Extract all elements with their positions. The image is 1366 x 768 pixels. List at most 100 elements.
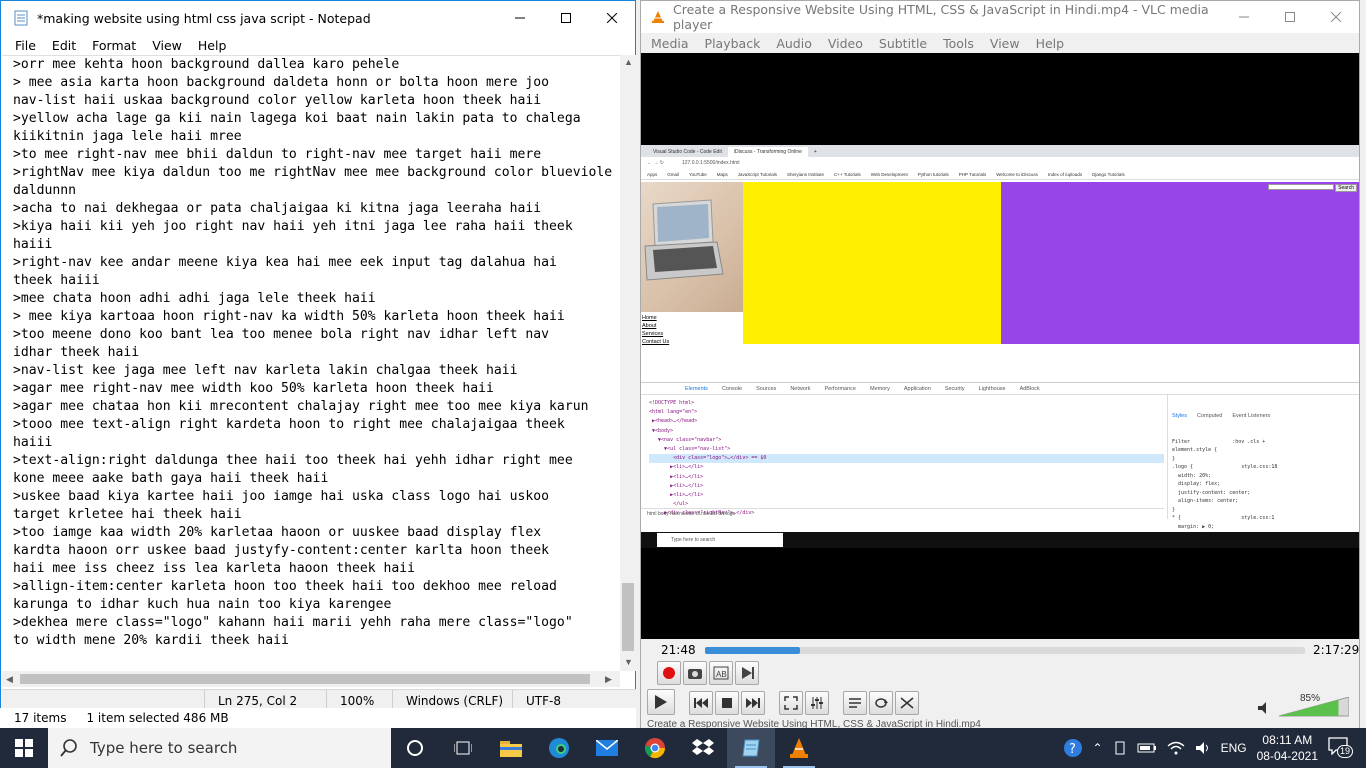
video-devtools-panel: Elements Console Sources Network Performance… <box>641 382 1359 535</box>
menu-file[interactable]: File <box>7 38 44 53</box>
speaker-icon[interactable] <box>1195 741 1211 755</box>
devtools-style-line: width: 20%; <box>1172 472 1212 479</box>
close-button[interactable] <box>589 1 635 35</box>
vlc-menu-video[interactable]: Video <box>820 36 871 51</box>
video-right-nav-violet: Search <box>1001 182 1359 344</box>
text-line: >agar mee chataa hon kii mrecontent chal… <box>13 399 589 414</box>
notepad-taskbar-button[interactable] <box>727 728 775 768</box>
taskbar-search-box[interactable]: Type here to search <box>48 728 391 768</box>
minimize-button[interactable] <box>497 1 543 35</box>
ab-loop-button[interactable]: AB <box>709 661 733 685</box>
scroll-right-icon[interactable]: ▶ <box>605 674 612 685</box>
seek-bar[interactable] <box>705 647 1305 654</box>
extended-settings-button[interactable] <box>805 691 829 715</box>
vlc-menu-view[interactable]: View <box>982 36 1028 51</box>
fullscreen-button[interactable] <box>779 691 803 715</box>
vlc-titlebar[interactable]: Create a Responsive Website Using HTML, … <box>641 1 1359 33</box>
vlc-window[interactable]: Create a Responsive Website Using HTML, … <box>640 0 1360 729</box>
devtools-style-line: element.style { <box>1172 447 1218 453</box>
horizontal-scrollbar[interactable]: ◀ ▶ <box>2 671 620 687</box>
playlist-button[interactable] <box>843 691 867 715</box>
notification-count: 19 <box>1337 745 1354 758</box>
start-button[interactable] <box>0 728 48 768</box>
chrome-button[interactable] <box>631 728 679 768</box>
maximize-icon <box>1285 12 1295 22</box>
video-taskbar-search: Type here to search <box>657 533 783 547</box>
edge-icon <box>549 738 569 758</box>
video-bookmark: Index of /uploads <box>1047 171 1083 177</box>
play-button[interactable] <box>647 689 675 715</box>
video-bookmarks-bar: Apps Gmail YouTube Maps JavaScript Tutorials… <box>641 169 1359 180</box>
devtools-tab: Memory <box>869 385 890 392</box>
vlc-menu-tools[interactable]: Tools <box>935 36 982 51</box>
notepad-window[interactable]: *making website using html css java scri… <box>0 0 636 713</box>
next-button[interactable] <box>741 691 765 715</box>
scroll-up-icon[interactable]: ▲ <box>624 57 633 67</box>
text-line: to width mene 20% kardii theek haii <box>13 633 289 648</box>
notepad-text-area[interactable]: >orr mee kehta hoon background dallea ka… <box>2 55 620 671</box>
horizontal-scroll-thumb[interactable] <box>20 674 590 684</box>
ab-loop-icon: AB <box>713 666 729 680</box>
dropbox-button[interactable] <box>679 728 727 768</box>
menu-edit[interactable]: Edit <box>44 38 84 53</box>
shuffle-icon <box>900 697 914 709</box>
mail-button[interactable] <box>583 728 631 768</box>
show-hidden-icons-chevron-icon[interactable]: ⌃ <box>1093 741 1103 755</box>
scroll-down-icon[interactable]: ▼ <box>624 657 633 667</box>
clock[interactable]: 08:11 AM 08-04-2021 <box>1257 732 1318 764</box>
video-bookmark: Sheryians Institute <box>787 171 825 177</box>
vertical-scrollbar[interactable]: ▲ ▼ <box>620 55 636 671</box>
file-explorer-button[interactable] <box>487 728 535 768</box>
battery-icon[interactable] <box>1137 742 1157 754</box>
language-indicator[interactable]: ENG <box>1221 741 1247 755</box>
devtools-style-line: } <box>1172 506 1176 513</box>
vlc-menu-audio[interactable]: Audio <box>768 36 820 51</box>
text-line: >tooo mee text-align right kardeta hoon … <box>13 417 565 432</box>
volume-icon[interactable] <box>1257 701 1273 715</box>
edge-button[interactable] <box>535 728 583 768</box>
volume-slider[interactable] <box>1279 697 1349 717</box>
vertical-scroll-thumb[interactable] <box>622 583 634 651</box>
stop-button[interactable] <box>715 691 739 715</box>
record-button[interactable] <box>657 661 681 685</box>
vlc-menu-subtitle[interactable]: Subtitle <box>871 36 935 51</box>
menu-format[interactable]: Format <box>84 38 144 53</box>
task-view-button[interactable] <box>439 728 487 768</box>
svg-text:?: ? <box>1069 742 1076 757</box>
frame-step-button[interactable] <box>735 661 759 685</box>
loop-button[interactable] <box>869 691 893 715</box>
previous-button[interactable] <box>689 691 713 715</box>
maximize-button[interactable] <box>543 1 589 35</box>
vlc-minimize-button[interactable] <box>1221 0 1267 34</box>
vlc-menu-playback[interactable]: Playback <box>697 36 769 51</box>
vlc-close-button[interactable] <box>1313 0 1359 34</box>
menu-view[interactable]: View <box>144 38 190 53</box>
snapshot-button[interactable] <box>683 661 707 685</box>
vlc-taskbar-button[interactable] <box>775 728 823 768</box>
video-bookmark: Welcome to iDiscuss <box>996 171 1038 177</box>
video-address-text: 127.0.0.1:5500/index.html <box>681 160 740 166</box>
video-bookmark: PHP Tutorials <box>958 171 987 177</box>
wifi-icon[interactable] <box>1167 741 1185 755</box>
menu-help[interactable]: Help <box>190 38 235 53</box>
devtools-style-line: } <box>1172 455 1176 462</box>
video-bookmark: Gmail <box>667 171 680 177</box>
vlc-maximize-button[interactable] <box>1267 0 1313 34</box>
notepad-text: >orr mee kehta hoon background dallea ka… <box>2 56 620 671</box>
action-center-button[interactable]: 19 <box>1328 737 1356 759</box>
cortana-button[interactable] <box>391 728 439 768</box>
scroll-left-icon[interactable]: ◀ <box>6 674 13 685</box>
help-icon[interactable]: ? <box>1063 738 1083 758</box>
text-line: haii mee iss cheez iss lea karleta haoon… <box>13 561 416 576</box>
vlc-menu-media[interactable]: Media <box>643 36 697 51</box>
shuffle-button[interactable] <box>895 691 919 715</box>
video-bookmark: Maps <box>716 171 728 177</box>
vlc-menu-help[interactable]: Help <box>1028 36 1073 51</box>
play-icon <box>655 695 667 709</box>
styles-tab: Event Listeners <box>1232 413 1271 419</box>
text-line: >nav-list kee jaga mee left nav karleta … <box>13 363 518 378</box>
minimize-icon <box>1239 16 1249 18</box>
video-area[interactable]: Visual Studio Code - Code Edit iDiscuss … <box>641 53 1359 639</box>
device-icon[interactable] <box>1113 741 1127 755</box>
notepad-titlebar[interactable]: *making website using html css java scri… <box>1 1 635 35</box>
